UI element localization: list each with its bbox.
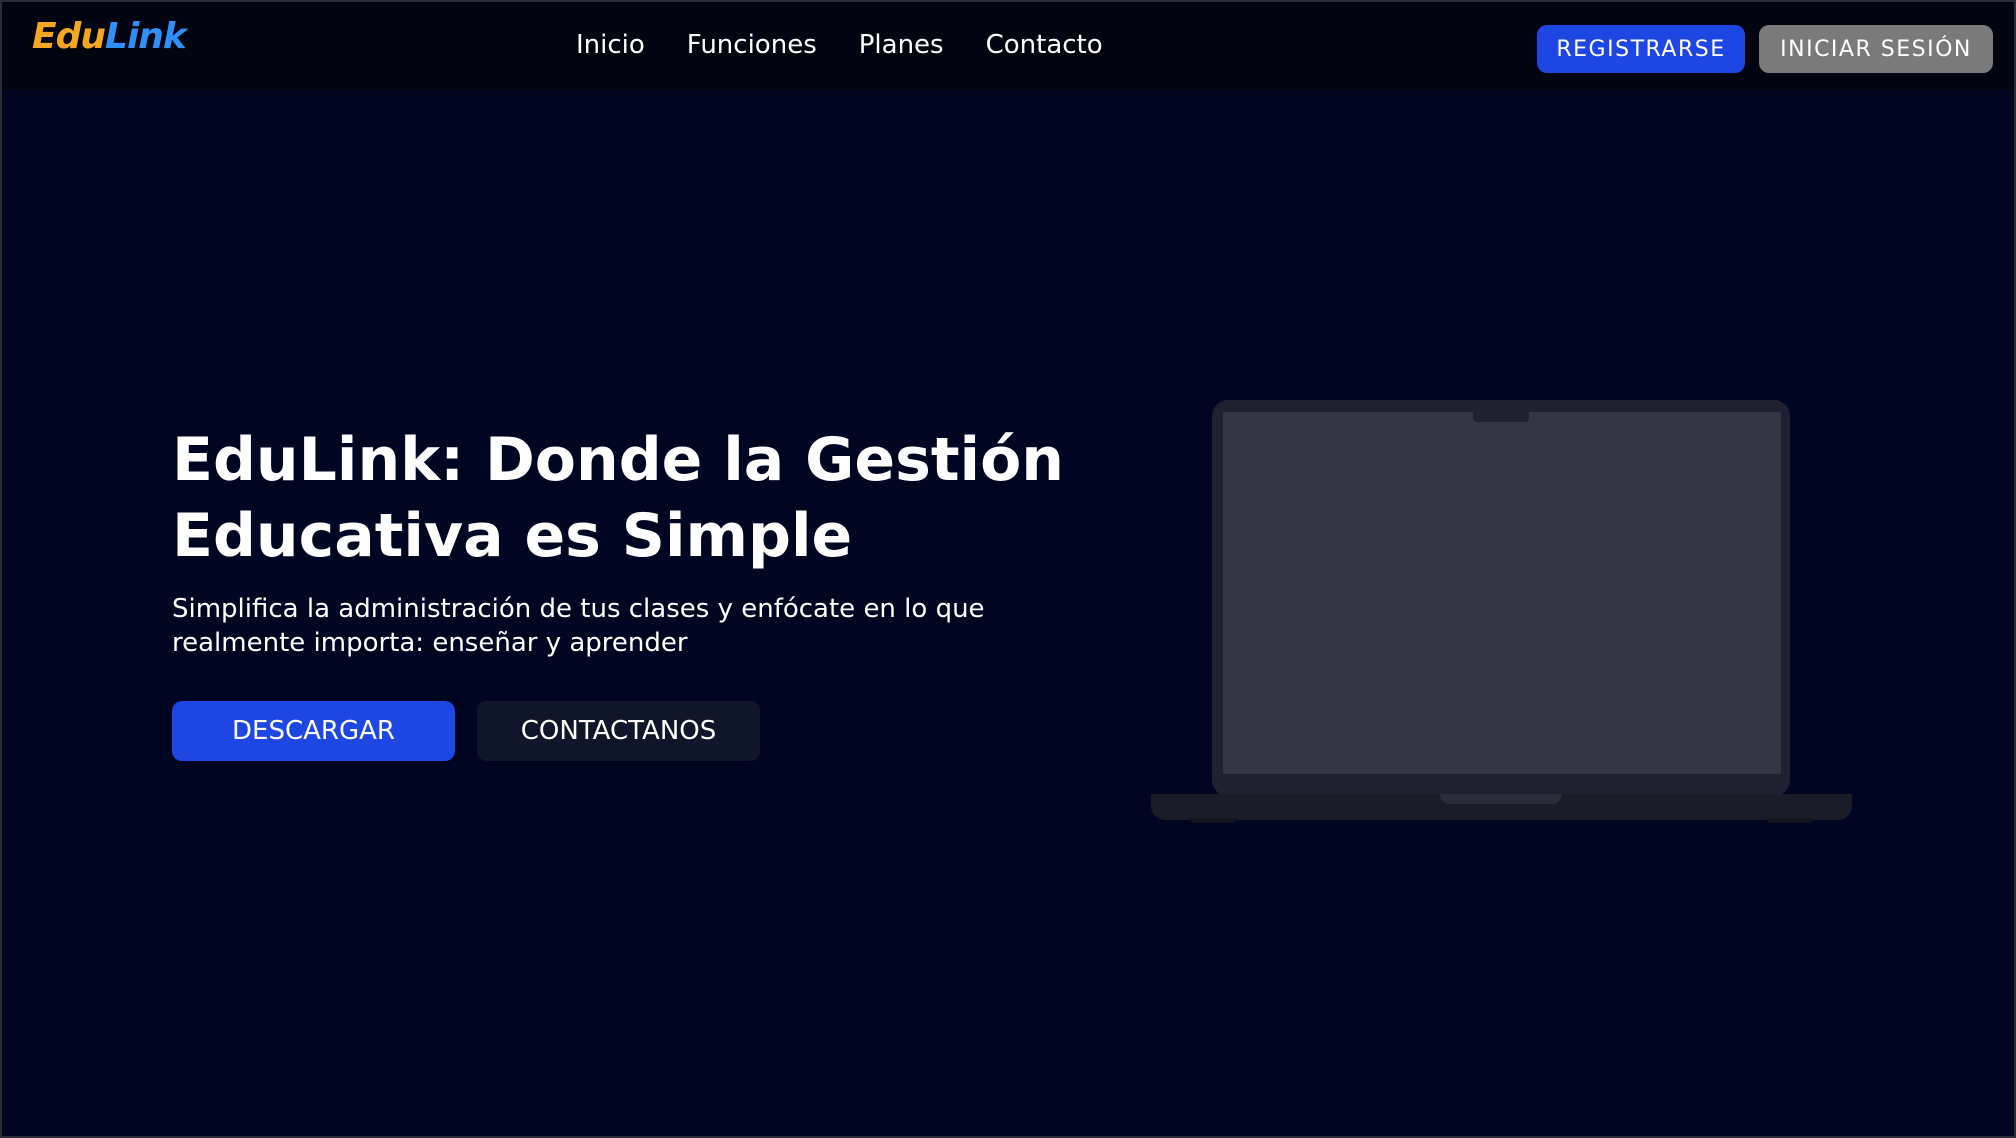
nav-link-contacto[interactable]: Contacto <box>986 30 1103 60</box>
hero-title: EduLink: Donde la Gestión Educativa es S… <box>172 425 1065 571</box>
laptop-camera-notch <box>1473 412 1529 422</box>
nav-link-funciones[interactable]: Funciones <box>687 30 817 60</box>
laptop-foot-right <box>1767 818 1813 823</box>
laptop-hinge <box>1440 794 1562 804</box>
logo-text-edu: Edu <box>32 16 106 57</box>
page: EduLink Inicio Funciones Planes Contacto… <box>0 0 2016 1138</box>
top-navbar: EduLink Inicio Funciones Planes Contacto… <box>2 2 2014 90</box>
login-button[interactable]: INICIAR SESIÓN <box>1759 25 1993 73</box>
main-nav: Inicio Funciones Planes Contacto <box>576 30 1103 60</box>
nav-link-inicio[interactable]: Inicio <box>576 30 645 60</box>
laptop-screen <box>1223 412 1781 774</box>
logo-text-link: Link <box>105 16 187 57</box>
contact-button[interactable]: CONTACTANOS <box>477 701 760 761</box>
laptop-foot-left <box>1190 818 1236 823</box>
register-button[interactable]: REGISTRARSE <box>1537 25 1745 73</box>
nav-link-planes[interactable]: Planes <box>859 30 944 60</box>
hero-subtitle: Simplifica la administración de tus clas… <box>172 594 985 658</box>
edulink-logo[interactable]: EduLink <box>32 16 187 57</box>
download-button[interactable]: DESCARGAR <box>172 701 455 761</box>
